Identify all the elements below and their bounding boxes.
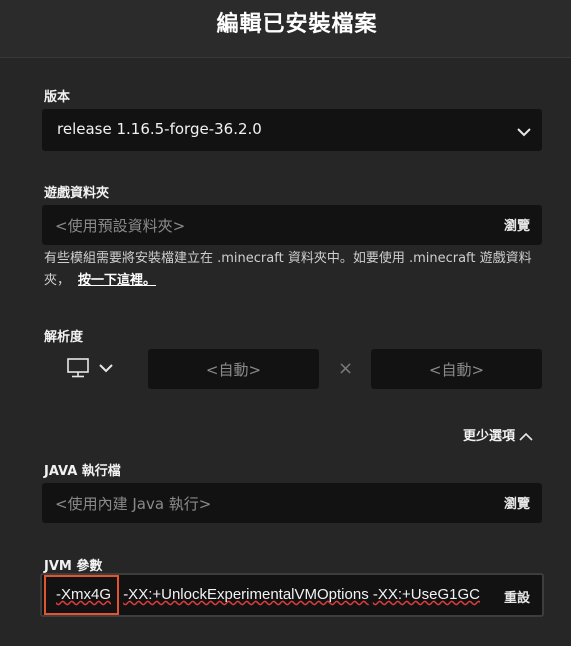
resolution-width-input[interactable]: <自動> xyxy=(148,349,319,389)
jvm-reset-button[interactable]: 重設 xyxy=(504,587,530,606)
click-here-link[interactable]: 按一下這裡。 xyxy=(78,273,156,288)
jvm-arg-unlock: -XX:+UnlockExperimentalVMOptions xyxy=(123,586,369,603)
fewer-options-toggle[interactable]: 更少選項 xyxy=(463,425,534,444)
chevron-up-icon xyxy=(515,429,534,444)
version-select[interactable]: release 1.16.5-forge-36.2.0 xyxy=(42,109,542,151)
resolution-height-placeholder: <自動> xyxy=(428,361,485,379)
java-label: JAVA 執行檔 xyxy=(44,464,121,479)
game-dir-label: 遊戲資料夾 xyxy=(44,186,110,201)
resolution-label: 解析度 xyxy=(44,330,84,345)
resolution-separator: × xyxy=(338,358,354,379)
jvm-arguments-text[interactable]: -Xmx4G -XX:+UnlockExperimentalVMOptions … xyxy=(44,575,496,615)
jvm-arguments-input[interactable]: -Xmx4G -XX:+UnlockExperimentalVMOptions … xyxy=(40,573,544,617)
game-dir-placeholder: <使用預設資料夾> xyxy=(55,217,186,235)
resolution-preset-dropdown[interactable] xyxy=(66,357,118,379)
java-input[interactable]: <使用內建 Java 執行> 瀏覽 xyxy=(42,483,542,523)
java-browse-button[interactable]: 瀏覽 xyxy=(504,493,530,512)
fewer-options-label: 更少選項 xyxy=(463,429,516,444)
jvm-label: JVM 參數 xyxy=(44,559,103,574)
jvm-selected-text: -Xmx4G xyxy=(44,575,120,615)
resolution-height-input[interactable]: <自動> xyxy=(371,349,542,389)
jvm-arg-g1: -XX:+UseG1GC xyxy=(372,586,480,603)
dialog-header: 編輯已安裝檔案 xyxy=(0,0,571,58)
resolution-width-placeholder: <自動> xyxy=(205,361,262,379)
game-dir-note: 有些模組需要將安裝檔建立在 .minecraft 資料夾中。如要使用 .mine… xyxy=(44,248,544,292)
version-value: release 1.16.5-forge-36.2.0 xyxy=(57,120,262,138)
chevron-down-icon xyxy=(516,123,532,142)
game-dir-browse-button[interactable]: 瀏覽 xyxy=(504,215,530,234)
version-label: 版本 xyxy=(44,90,71,105)
java-placeholder: <使用內建 Java 執行> xyxy=(55,495,212,513)
game-dir-input[interactable]: <使用預設資料夾> 瀏覽 xyxy=(42,205,542,245)
page-title: 編輯已安裝檔案 xyxy=(216,12,378,37)
